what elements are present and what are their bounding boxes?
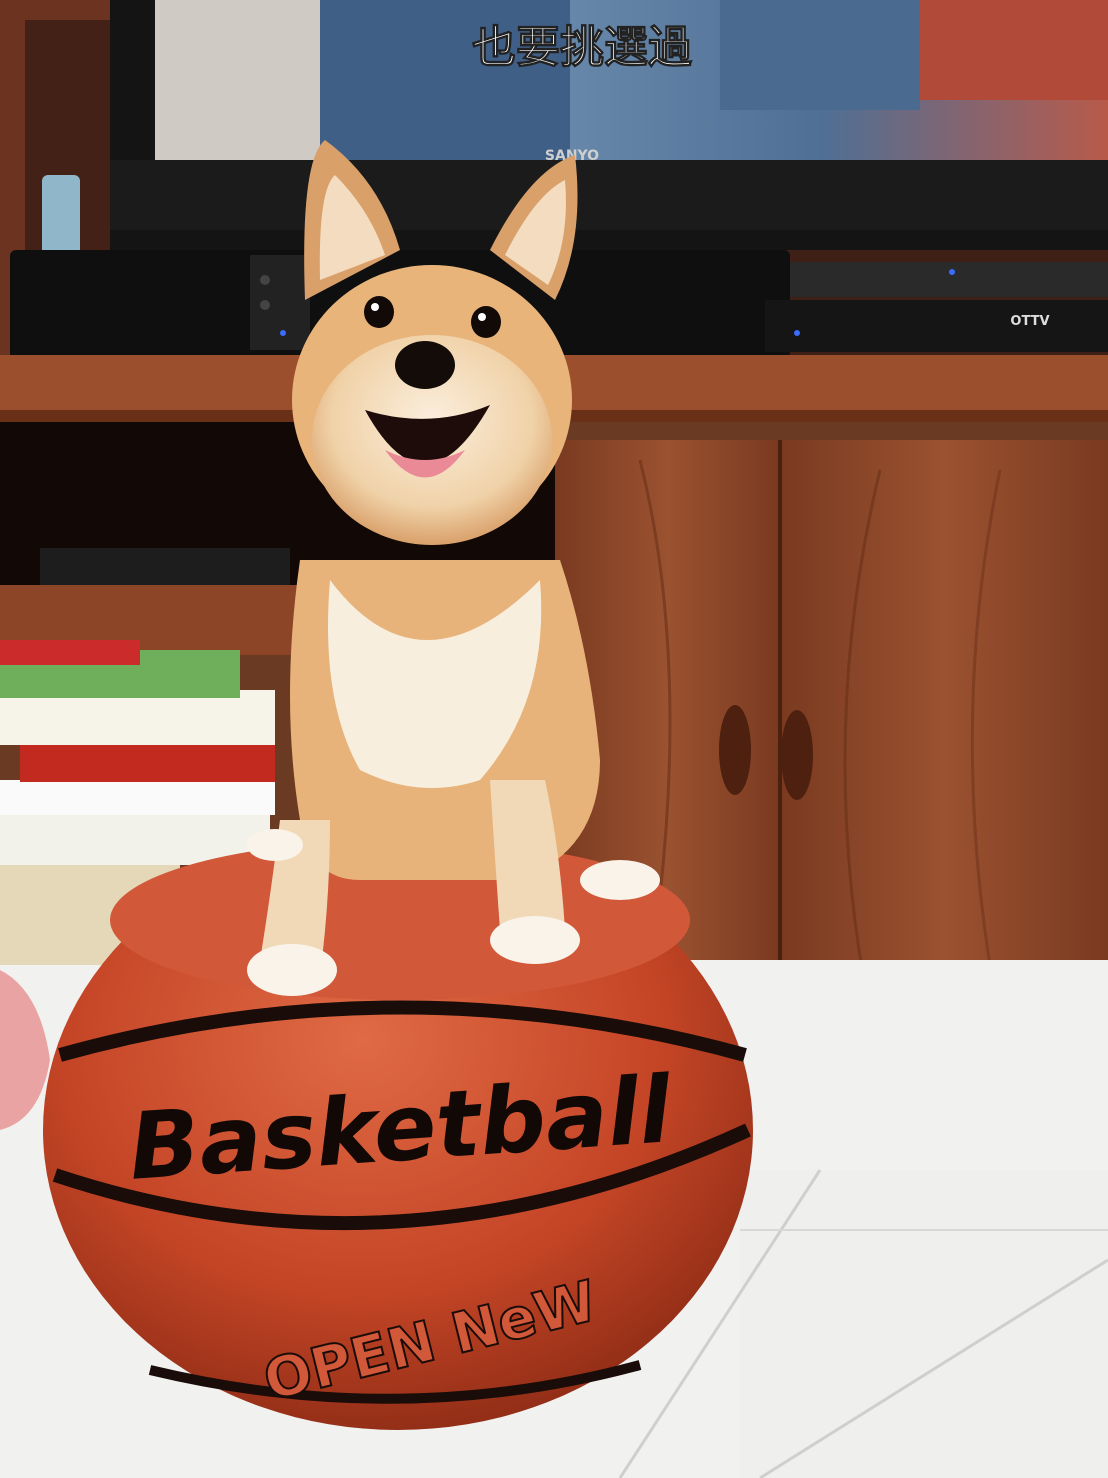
bottle [42, 175, 80, 255]
dvd-player [790, 262, 1108, 297]
dog-right-paw [490, 916, 580, 964]
door-handle-right [781, 710, 813, 800]
tv-subtitle: 也要挑選過 [472, 22, 693, 73]
door-handle-left [719, 705, 751, 795]
scene-canvas: 也要挑選過 SANYO OTTV Basketball OPEN NeW [0, 0, 1108, 1478]
set-top-box-logo: OTTV [1010, 314, 1049, 329]
photo-scene: 也要挑選過 SANYO OTTV Basketball OPEN NeW [0, 0, 1108, 1478]
receiver [40, 548, 290, 588]
set-top-box [765, 300, 1108, 352]
dog-left-paw [247, 944, 337, 996]
dog-nose [395, 341, 455, 389]
dog-left-eye [364, 296, 394, 328]
television: 也要挑選過 SANYO [110, 0, 1108, 250]
basketball-stool: Basketball OPEN NeW [43, 830, 753, 1430]
dog-right-eye [471, 306, 501, 338]
